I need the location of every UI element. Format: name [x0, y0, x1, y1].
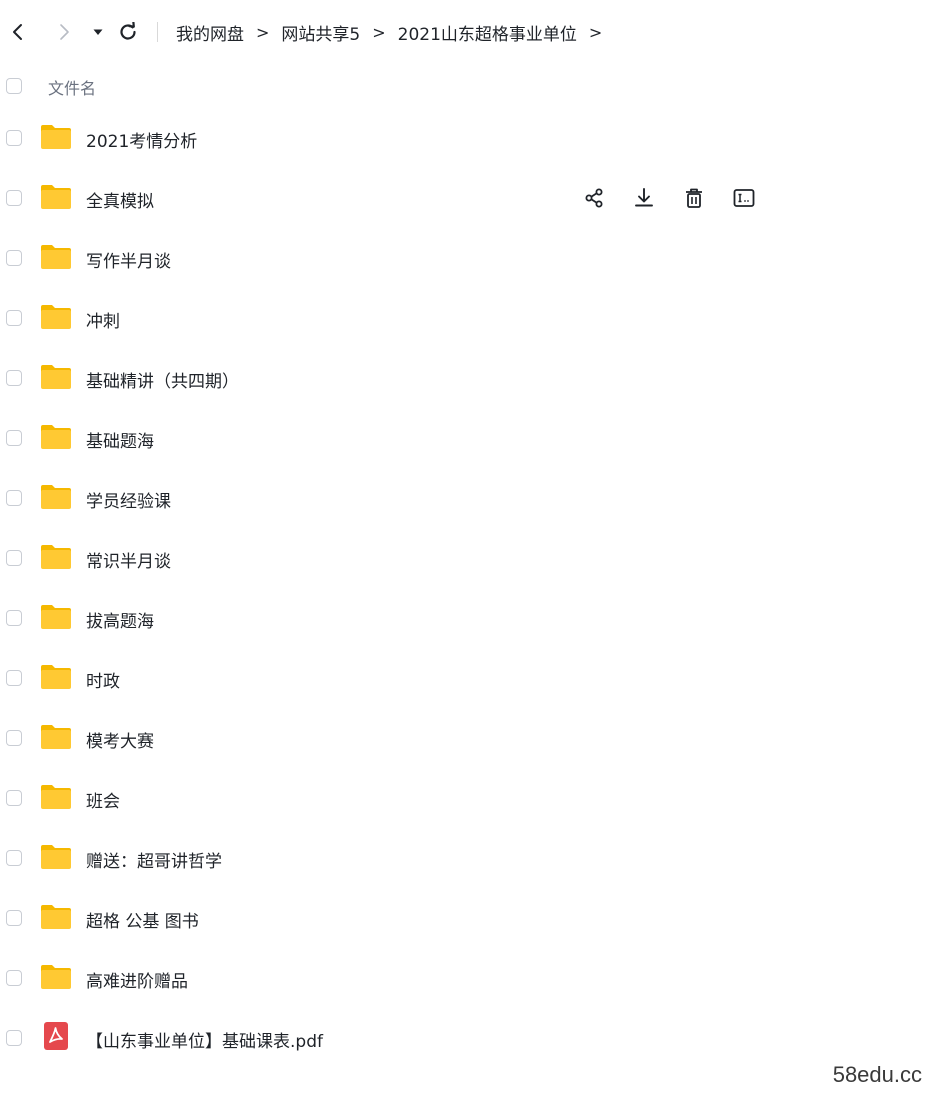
file-row[interactable]: 时政 — [0, 648, 944, 708]
file-row[interactable]: 常识半月谈 — [0, 528, 944, 588]
file-row[interactable]: 基础精讲（共四期） — [0, 348, 944, 408]
row-checkbox[interactable] — [6, 1030, 22, 1046]
breadcrumb-item-my-drive[interactable]: 我的网盘 — [176, 20, 244, 45]
folder-icon — [40, 844, 72, 870]
folder-icon — [40, 664, 72, 690]
file-name[interactable]: 基础精讲（共四期） — [86, 367, 239, 392]
row-checkbox[interactable] — [6, 430, 22, 446]
toolbar: 我的网盘 > 网站共享5 > 2021山东超格事业单位 > — [0, 0, 944, 64]
row-checkbox[interactable] — [6, 370, 22, 386]
forward-button[interactable] — [50, 18, 78, 46]
file-row[interactable]: 【山东事业单位】基础课表.pdf — [0, 1008, 944, 1068]
folder-icon — [40, 124, 72, 150]
folder-icon — [40, 304, 72, 330]
file-name[interactable]: 冲刺 — [86, 307, 120, 332]
folder-icon — [40, 364, 72, 390]
folder-icon — [40, 544, 72, 570]
caret-down-icon — [93, 29, 103, 35]
row-checkbox[interactable] — [6, 910, 22, 926]
breadcrumb-separator: > — [372, 22, 386, 42]
folder-icon — [40, 184, 72, 210]
row-checkbox[interactable] — [6, 730, 22, 746]
row-checkbox[interactable] — [6, 250, 22, 266]
file-row[interactable]: 写作半月谈 — [0, 228, 944, 288]
file-name[interactable]: 时政 — [86, 667, 120, 692]
file-name[interactable]: 高难进阶赠品 — [86, 967, 188, 992]
pdf-file-icon — [44, 1022, 68, 1050]
file-name[interactable]: 基础题海 — [86, 427, 154, 452]
row-checkbox[interactable] — [6, 850, 22, 866]
row-checkbox[interactable] — [6, 790, 22, 806]
row-checkbox[interactable] — [6, 130, 22, 146]
download-icon — [633, 187, 655, 209]
breadcrumb-item-share[interactable]: 网站共享5 — [281, 20, 360, 45]
breadcrumb-separator[interactable]: > — [589, 23, 602, 42]
file-name[interactable]: 学员经验课 — [86, 487, 171, 512]
rename-icon — [733, 187, 755, 209]
select-all-checkbox[interactable] — [6, 78, 22, 94]
file-row[interactable]: 赠送：超哥讲哲学 — [0, 828, 944, 888]
row-checkbox[interactable] — [6, 670, 22, 686]
delete-icon — [683, 187, 705, 209]
folder-icon — [40, 244, 72, 270]
file-name[interactable]: 写作半月谈 — [86, 247, 171, 272]
file-row[interactable]: 学员经验课 — [0, 468, 944, 528]
file-list: 2021考情分析 全真模拟写作半月谈冲刺基础精讲（共四期） 基础题海学员经验课常识半… — [0, 108, 944, 1068]
folder-icon — [40, 784, 72, 810]
row-checkbox[interactable] — [6, 490, 22, 506]
folder-icon — [40, 904, 72, 930]
toolbar-divider — [157, 22, 158, 42]
rename-button[interactable] — [731, 185, 757, 211]
breadcrumb-item-current-folder[interactable]: 2021山东超格事业单位 — [398, 20, 577, 45]
file-row[interactable]: 2021考情分析 — [0, 108, 944, 168]
folder-icon — [40, 604, 72, 630]
file-row[interactable]: 超格 公基 图书 — [0, 888, 944, 948]
file-name[interactable]: 赠送：超哥讲哲学 — [86, 847, 222, 872]
file-name[interactable]: 全真模拟 — [86, 187, 154, 212]
back-button[interactable] — [4, 18, 32, 46]
breadcrumb: 我的网盘 > 网站共享5 > 2021山东超格事业单位 > — [176, 18, 614, 46]
share-icon — [583, 187, 605, 209]
refresh-icon — [120, 22, 136, 40]
folder-icon — [40, 484, 72, 510]
folder-icon — [40, 964, 72, 990]
history-dropdown-button[interactable] — [84, 18, 112, 46]
file-name[interactable]: 班会 — [86, 787, 120, 812]
row-checkbox[interactable] — [6, 550, 22, 566]
row-action-toolbar — [581, 185, 757, 211]
file-list-header: 文件名 — [0, 66, 944, 106]
file-name[interactable]: 2021考情分析 — [86, 127, 197, 152]
folder-icon — [40, 424, 72, 450]
file-row[interactable]: 班会 — [0, 768, 944, 828]
file-row[interactable]: 高难进阶赠品 — [0, 948, 944, 1008]
chevron-right-icon — [60, 24, 69, 40]
file-row[interactable]: 冲刺 — [0, 288, 944, 348]
file-name[interactable]: 模考大赛 — [86, 727, 154, 752]
column-header-filename[interactable]: 文件名 — [48, 75, 96, 99]
file-row[interactable]: 全真模拟 — [0, 168, 944, 228]
refresh-button[interactable] — [114, 18, 142, 46]
watermark: 58edu.cc — [832, 1062, 922, 1087]
chevron-left-icon — [13, 24, 22, 40]
share-button[interactable] — [581, 185, 607, 211]
row-checkbox[interactable] — [6, 610, 22, 626]
row-checkbox[interactable] — [6, 970, 22, 986]
file-name[interactable]: 拔高题海 — [86, 607, 154, 632]
row-checkbox[interactable] — [6, 310, 22, 326]
download-button[interactable] — [631, 185, 657, 211]
file-name[interactable]: 超格 公基 图书 — [86, 907, 199, 932]
file-row[interactable]: 基础题海 — [0, 408, 944, 468]
folder-icon — [40, 724, 72, 750]
row-checkbox[interactable] — [6, 190, 22, 206]
file-name[interactable]: 【山东事业单位】基础课表.pdf — [86, 1027, 323, 1052]
file-row[interactable]: 模考大赛 — [0, 708, 944, 768]
breadcrumb-separator: > — [256, 22, 270, 42]
delete-button[interactable] — [681, 185, 707, 211]
file-row[interactable]: 拔高题海 — [0, 588, 944, 648]
file-name[interactable]: 常识半月谈 — [86, 547, 171, 572]
